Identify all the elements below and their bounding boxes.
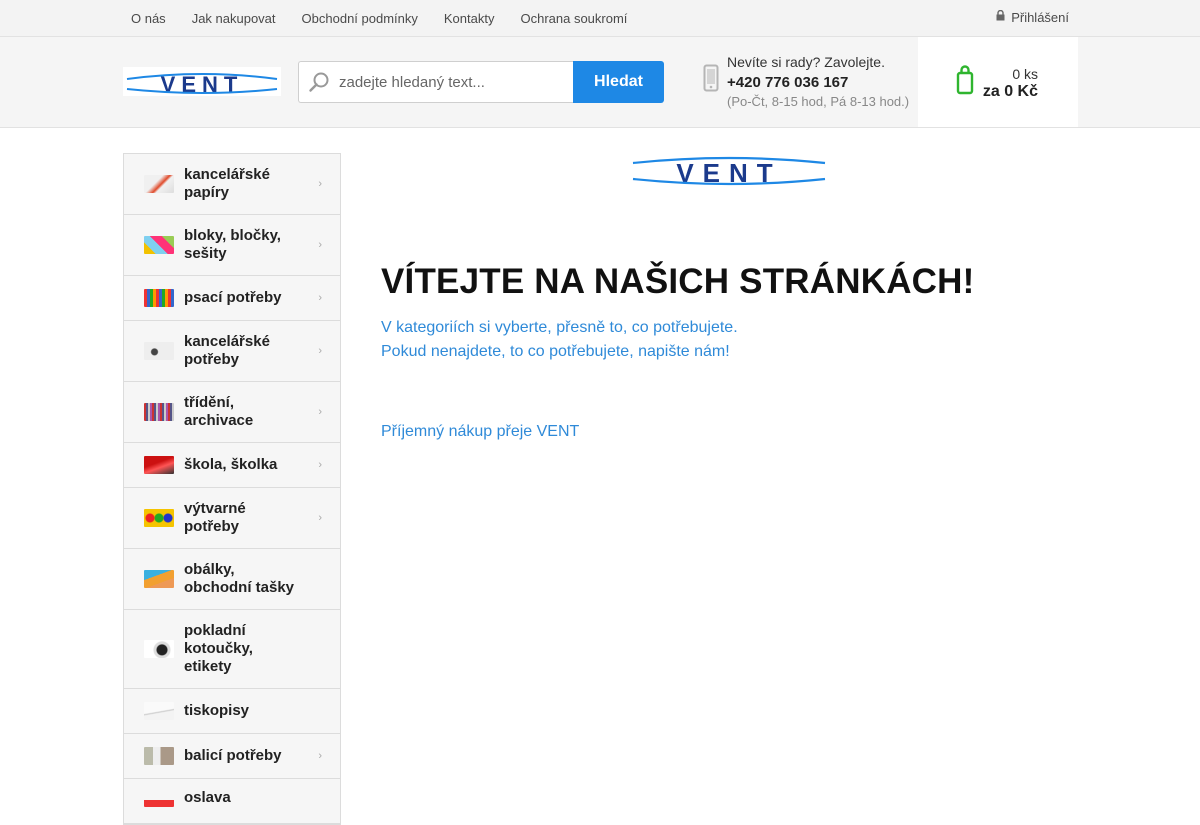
chevron-right-icon: › [318, 345, 322, 357]
help-phone-number[interactable]: +420 776 036 167 [727, 74, 909, 91]
sidebar-item-filing[interactable]: třídění, archivace › [124, 382, 340, 443]
sidebar-item-label: výtvarné potřeby [184, 500, 246, 535]
cart-quantity: 0 ks [1012, 66, 1038, 82]
category-thumbnail [144, 570, 174, 588]
site-header: VENT Hledat Nevíte si rady? Zavolejte. +… [0, 37, 1200, 128]
page-title: VÍTEJTE NA NAŠICH STRÁNKÁCH! [381, 262, 975, 301]
sidebar-item-envelopes[interactable]: obálky, obchodní tašky [124, 549, 340, 610]
sidebar-item-label: pokladní kotoučky, etikety [184, 622, 253, 675]
login-label: Přihlášení [1011, 9, 1069, 25]
sidebar-item-party[interactable]: oslava [124, 779, 340, 824]
cart-widget[interactable]: 0 ks za 0 Kč [918, 37, 1078, 127]
sidebar-item-forms[interactable]: tiskopisy [124, 689, 340, 734]
category-thumbnail [144, 702, 174, 720]
sidebar-item-receipt-rolls[interactable]: pokladní kotoučky, etikety [124, 610, 340, 689]
nav-link-how-to-buy[interactable]: Jak nakupovat [192, 11, 276, 26]
main-logo: VENT [631, 155, 827, 188]
sidebar-item-art-supplies[interactable]: výtvarné potřeby › [124, 488, 340, 549]
phone-icon [703, 64, 719, 99]
category-thumbnail [144, 342, 174, 360]
sidebar-item-label: kancelářské potřeby [184, 333, 270, 368]
chevron-right-icon: › [318, 178, 322, 190]
sidebar-item-label: třídění, archivace [184, 394, 254, 429]
sidebar-item-writing-supplies[interactable]: psací potřeby › [124, 276, 340, 321]
top-navigation: O nás Jak nakupovat Obchodní podmínky Ko… [131, 0, 653, 36]
sidebar-item-label: obálky, obchodní tašky [184, 561, 295, 596]
sidebar-item-office-supplies[interactable]: kancelářské potřeby › [124, 321, 340, 382]
category-thumbnail [144, 747, 174, 765]
search-input[interactable] [339, 73, 564, 91]
sidebar-item-label: oslava [184, 789, 231, 806]
search-icon [299, 71, 339, 93]
nav-link-contacts[interactable]: Kontakty [444, 11, 495, 26]
site-logo[interactable]: VENT [123, 67, 281, 97]
chevron-right-icon: › [318, 292, 322, 304]
sidebar-item-notebooks[interactable]: bloky, bločky, sešity › [124, 215, 340, 276]
login-link[interactable]: Přihlášení [996, 0, 1069, 34]
intro-line-2: Pokud nenajdete, to co potřebujete, napi… [381, 343, 730, 360]
category-thumbnail [144, 236, 174, 254]
sidebar-item-packaging[interactable]: balicí potřeby › [124, 734, 340, 779]
category-thumbnail [144, 289, 174, 307]
chevron-right-icon: › [318, 459, 322, 471]
lock-icon [996, 9, 1005, 24]
closing-line: Příjemný nákup přeje VENT [381, 423, 580, 440]
category-thumbnail [144, 789, 174, 807]
nav-link-terms[interactable]: Obchodní podmínky [302, 11, 418, 26]
nav-link-privacy[interactable]: Ochrana soukromí [520, 11, 627, 26]
category-sidebar: kancelářské papíry › bloky, bločky, seši… [123, 153, 341, 825]
sidebar-item-office-papers[interactable]: kancelářské papíry › [124, 154, 340, 215]
sidebar-item-label: škola, školka [184, 456, 278, 473]
sidebar-item-school[interactable]: škola, školka › [124, 443, 340, 488]
category-thumbnail [144, 456, 174, 474]
help-hours: (Po-Čt, 8-15 hod, Pá 8-13 hod.) [727, 94, 910, 109]
sidebar-item-label: bloky, bločky, sešity [184, 227, 281, 262]
cart-total: za 0 Kč [982, 83, 1038, 100]
category-thumbnail [144, 640, 174, 658]
chevron-right-icon: › [318, 512, 322, 524]
chevron-right-icon: › [318, 750, 322, 762]
chevron-right-icon: › [318, 406, 322, 418]
sidebar-item-label: tiskopisy [184, 702, 250, 719]
sidebar-item-label: kancelářské papíry [184, 166, 270, 201]
category-thumbnail [144, 509, 174, 527]
help-question: Nevíte si rady? Zavolejte. [727, 54, 885, 70]
category-thumbnail [144, 175, 174, 193]
intro-line-1: V kategoriích si vyberte, přesně to, co … [381, 319, 738, 336]
search-box [298, 61, 574, 103]
help-contact: Nevíte si rady? Zavolejte. +420 776 036 … [727, 54, 909, 109]
top-bar: O nás Jak nakupovat Obchodní podmínky Ko… [0, 0, 1200, 37]
search-button[interactable]: Hledat [573, 61, 664, 103]
nav-link-about[interactable]: O nás [131, 11, 166, 26]
sidebar-item-label: psací potřeby [184, 289, 282, 306]
chevron-right-icon: › [318, 239, 322, 251]
category-thumbnail [144, 403, 174, 421]
sidebar-item-label: balicí potřeby [184, 747, 282, 764]
shopping-bag-icon [956, 63, 974, 100]
